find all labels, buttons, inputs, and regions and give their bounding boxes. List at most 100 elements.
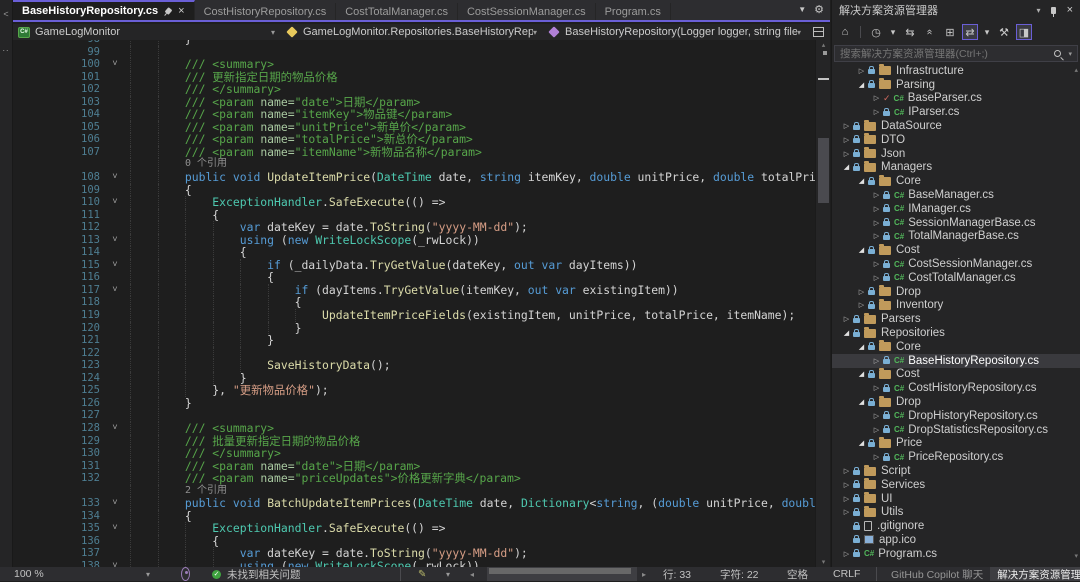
tree-item-IParser.cs[interactable]: ▷C#IParser.cs [832,105,1080,119]
tree-item-Price[interactable]: ◢Price [832,437,1080,451]
tree-collapsed-icon[interactable]: ▷ [840,150,853,158]
line-ending-indicator[interactable]: CRLF [833,567,860,581]
tree-collapsed-icon[interactable]: ▷ [870,274,883,282]
panel-menu-dropdown-icon[interactable]: ▾ [1037,6,1041,15]
zoom-dropdown-icon[interactable]: ▾ [146,567,150,581]
collapsed-left-rail[interactable]: < .. [0,0,13,581]
tree-expanded-icon[interactable]: ◢ [855,246,868,254]
line-number[interactable]: 109 [13,184,100,197]
line-number[interactable]: 128 [13,422,100,435]
breadcrumb-csharp-project[interactable]: C#GameLogMonitor▾ [13,24,281,40]
code-line[interactable]: 126 } [13,397,815,410]
tree-item-Services[interactable]: ▷Services [832,478,1080,492]
preview-selected-items-icon[interactable]: ◨ [1016,24,1032,40]
editor-tab-3[interactable]: CostSessionManager.cs [458,3,596,20]
fold-arrow-icon[interactable]: ˅ [100,234,130,247]
tree-item-SessionManagerBase.cs[interactable]: ▷C#SessionManagerBase.cs [832,216,1080,230]
tab-list-dropdown-icon[interactable]: ▼ [798,5,806,14]
tree-collapsed-icon[interactable]: ▷ [870,357,883,365]
properties-wrench-icon[interactable]: ⚒ [996,24,1012,40]
chevron-down-icon[interactable]: ▾ [271,28,275,37]
tree-collapsed-icon[interactable]: ▷ [840,136,853,144]
health-status-text[interactable]: 未找到相关问题 [227,567,301,582]
tree-collapsed-icon[interactable]: ▷ [855,67,868,75]
fold-arrow-icon[interactable]: ˅ [100,497,130,510]
line-number[interactable]: 105 [13,121,100,134]
line-number[interactable]: 131 [13,460,100,473]
tree-item-Parsers[interactable]: ▷Parsers [832,312,1080,326]
editor-options-gear-icon[interactable]: ⚙ [814,3,824,16]
scrollbar-thumb[interactable] [818,138,829,203]
tree-item-TotalManagerBase.cs[interactable]: ▷C#TotalManagerBase.cs [832,230,1080,244]
line-number[interactable]: 119 [13,309,100,322]
code-line[interactable]: 107 /// <param name="itemName">新物品名称</pa… [13,146,815,159]
line-number[interactable]: 120 [13,322,100,335]
tree-collapsed-icon[interactable]: ▷ [840,550,853,558]
tree-item-.gitignore[interactable]: .gitignore [832,519,1080,533]
tab-pin-icon[interactable] [165,7,173,15]
panel-tab-1[interactable]: 解决方案资源管理器 [990,567,1080,581]
cursor-char-indicator[interactable]: 字符: 22 [720,567,759,581]
tree-collapsed-icon[interactable]: ▷ [870,412,883,420]
line-number[interactable]: 101 [13,71,100,84]
tree-item-CostSessionManager.cs[interactable]: ▷C#CostSessionManager.cs [832,257,1080,271]
tree-expanded-icon[interactable]: ◢ [840,329,853,337]
rail-overflow-icon[interactable]: .. [0,43,12,53]
line-number[interactable]: 137 [13,547,100,560]
line-number[interactable]: 132 [13,472,100,485]
pen-edit-icon[interactable]: ✎ [418,567,426,581]
line-number[interactable]: 102 [13,83,100,96]
line-number[interactable]: 103 [13,96,100,109]
cursor-line-indicator[interactable]: 行: 33 [663,567,691,581]
tree-item-Cost[interactable]: ◢Cost [832,243,1080,257]
line-number[interactable]: 133 [13,497,100,510]
tree-item-UI[interactable]: ▷UI [832,492,1080,506]
line-number[interactable]: 135 [13,522,100,535]
tree-item-IManager.cs[interactable]: ▷C#IManager.cs [832,202,1080,216]
indent-mode-indicator[interactable]: 空格 [787,567,808,581]
tree-collapsed-icon[interactable]: ▷ [870,232,883,240]
tree-item-Json[interactable]: ▷Json [832,147,1080,161]
tree-expanded-icon[interactable]: ◢ [855,439,868,447]
scroll-up-icon[interactable]: ▴ [816,41,831,49]
line-number[interactable]: 117 [13,284,100,297]
tree-item-DTO[interactable]: ▷DTO [832,133,1080,147]
line-number[interactable]: 112 [13,221,100,234]
chevron-down-icon[interactable]: ▾ [797,28,801,37]
tree-item-Repositories[interactable]: ◢Repositories [832,326,1080,340]
tree-expanded-icon[interactable]: ◢ [855,370,868,378]
editor-vertical-scrollbar[interactable]: ▴ ▾ [815,40,830,567]
tree-item-Core[interactable]: ◢Core [832,174,1080,188]
tree-item-CostHistoryRepository.cs[interactable]: ▷C#CostHistoryRepository.cs [832,381,1080,395]
tree-item-Cost[interactable]: ◢Cost [832,368,1080,382]
code-editor[interactable]: 98 }99100˅ /// <summary>101 /// 更新指定日期的物… [13,40,815,567]
tree-collapsed-icon[interactable]: ▷ [855,301,868,309]
line-number[interactable]: 111 [13,209,100,222]
code-line[interactable]: 132 /// <param name="priceUpdates">价格更新字… [13,472,815,485]
fold-arrow-icon[interactable]: ˅ [100,196,130,209]
line-number[interactable]: 106 [13,133,100,146]
rail-chevron-icon[interactable]: < [0,9,12,19]
sync-navigation-icon[interactable]: ⇆ [902,24,918,40]
tree-collapsed-icon[interactable]: ▷ [840,315,853,323]
search-icon[interactable] [1054,50,1061,57]
tree-item-DropStatisticsRepository.cs[interactable]: ▷C#DropStatisticsRepository.cs [832,423,1080,437]
tree-expanded-icon[interactable]: ◢ [855,177,868,185]
show-all-files-icon[interactable]: ⊞ [942,24,958,40]
line-number[interactable]: 138 [13,560,100,567]
tree-item-DataSource[interactable]: ▷DataSource [832,119,1080,133]
line-number[interactable]: 122 [13,347,100,360]
editor-tab-0[interactable]: BaseHistoryRepository.cs× [13,0,195,20]
pin-panel-icon[interactable] [1051,7,1056,14]
switch-views-icon[interactable]: ⌂ [837,24,853,40]
panel-tab-0[interactable]: GitHub Copilot 聊天 [884,567,990,581]
tree-collapsed-icon[interactable]: ▷ [840,467,853,475]
line-number[interactable]: 125 [13,384,100,397]
tree-item-BaseManager.cs[interactable]: ▷C#BaseManager.cs [832,188,1080,202]
tree-scroll-down-icon[interactable]: ▾ [1074,552,1078,560]
editor-tab-2[interactable]: CostTotalManager.cs [336,3,458,20]
fold-arrow-icon[interactable]: ˅ [100,259,130,272]
line-number[interactable]: 107 [13,146,100,159]
tree-item-DropHistoryRepository.cs[interactable]: ▷C#DropHistoryRepository.cs [832,409,1080,423]
tree-collapsed-icon[interactable]: ▷ [870,108,883,116]
